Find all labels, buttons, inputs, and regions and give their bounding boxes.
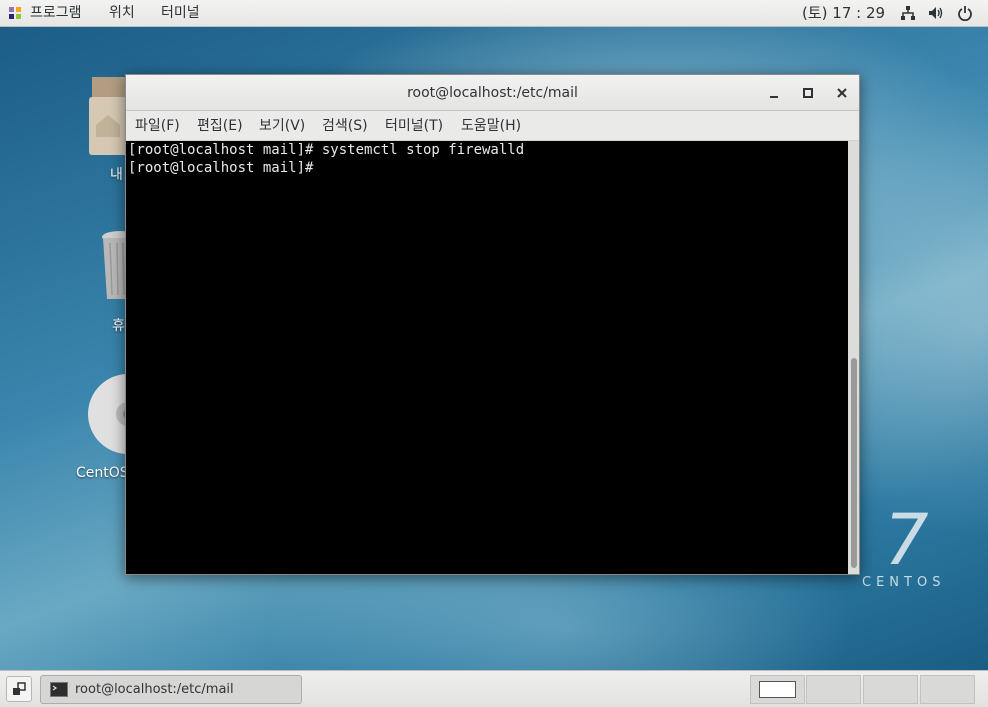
top-panel: 프로그램 위치 터미널 (토) 17 : 29 bbox=[0, 0, 988, 27]
active-window-preview bbox=[759, 681, 796, 698]
network-icon[interactable] bbox=[900, 5, 916, 21]
centos-apps-icon bbox=[9, 7, 21, 19]
centos-watermark-logo: 7 CENTOS bbox=[862, 505, 945, 590]
close-icon[interactable] bbox=[834, 85, 850, 101]
workspace-3[interactable] bbox=[863, 675, 918, 704]
desktop-icon-label: 휴 bbox=[112, 318, 125, 334]
desktop-icon-label: CentOS bbox=[76, 465, 129, 481]
home-folder-icon bbox=[89, 77, 128, 155]
window-menubar: 파일(F) 편집(E) 보기(V) 검색(S) 터미널(T) 도움말(H) bbox=[126, 111, 859, 141]
workspace-1[interactable] bbox=[750, 675, 805, 704]
terminal-app-menu[interactable]: 터미널 bbox=[161, 0, 200, 26]
window-titlebar[interactable]: root@localhost:/etc/mail bbox=[126, 75, 859, 111]
terminal-output[interactable]: [root@localhost mail]# systemctl stop fi… bbox=[126, 141, 848, 574]
volume-icon[interactable] bbox=[928, 5, 944, 21]
applications-menu[interactable]: 프로그램 bbox=[30, 0, 82, 26]
bottom-panel: root@localhost:/etc/mail bbox=[0, 670, 988, 707]
trash-icon bbox=[102, 231, 138, 299]
window-title: root@localhost:/etc/mail bbox=[407, 85, 578, 101]
terminal-line: [root@localhost mail]# bbox=[128, 160, 322, 176]
scrollbar-thumb[interactable] bbox=[851, 358, 857, 568]
show-desktop-button[interactable] bbox=[6, 676, 32, 702]
workspace-2[interactable] bbox=[806, 675, 861, 704]
desktop-home-folder[interactable]: 내 bbox=[88, 75, 128, 183]
terminal-scrollbar[interactable] bbox=[848, 141, 859, 574]
menu-edit[interactable]: 편집(E) bbox=[197, 111, 243, 141]
disc-icon bbox=[88, 374, 126, 454]
show-desktop-icon bbox=[13, 682, 26, 695]
menu-search[interactable]: 검색(S) bbox=[322, 111, 368, 141]
task-label: root@localhost:/etc/mail bbox=[75, 682, 234, 697]
terminal-line: [root@localhost mail]# systemctl stop fi… bbox=[128, 142, 525, 158]
menu-view[interactable]: 보기(V) bbox=[259, 111, 305, 141]
terminal-window[interactable]: root@localhost:/etc/mail 파일(F) 편집(E) 보기(… bbox=[125, 74, 860, 575]
menu-terminal[interactable]: 터미널(T) bbox=[385, 111, 443, 141]
logo-number: 7 bbox=[884, 499, 929, 581]
terminal-icon bbox=[50, 682, 68, 697]
logo-word: CENTOS bbox=[862, 575, 946, 590]
power-icon[interactable] bbox=[957, 5, 973, 21]
desktop-trash[interactable]: 휴 bbox=[100, 229, 138, 334]
workspace-4[interactable] bbox=[920, 675, 975, 704]
maximize-icon[interactable] bbox=[800, 85, 816, 101]
minimize-icon[interactable] bbox=[766, 85, 782, 101]
places-menu[interactable]: 위치 bbox=[109, 0, 135, 26]
clock[interactable]: (토) 17 : 29 bbox=[802, 0, 885, 26]
menu-help[interactable]: 도움말(H) bbox=[461, 111, 521, 141]
menu-file[interactable]: 파일(F) bbox=[135, 111, 180, 141]
desktop-icon-label: 내 bbox=[110, 167, 123, 183]
taskbar-terminal-item[interactable]: root@localhost:/etc/mail bbox=[40, 675, 302, 704]
